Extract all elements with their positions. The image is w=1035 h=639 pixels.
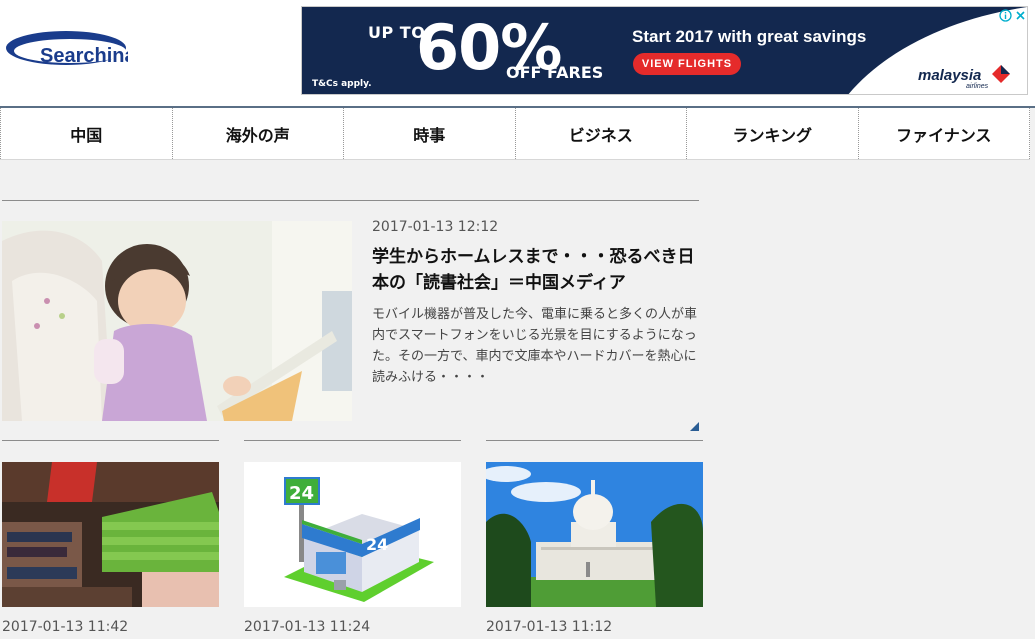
featured-date: 2017-01-13 12:12 [372,219,499,235]
ad-info-icon[interactable] [999,9,1012,22]
ad-brand-sub-text: airlines [966,83,989,90]
card-1-divider [2,440,219,441]
svg-text:24: 24 [289,483,314,504]
ad-brand-text: malaysia [918,67,982,84]
searchina-logo[interactable]: Searchina [4,26,128,70]
featured-title[interactable]: 学生からホームレスまで・・・恐るべき日本の「読書社会」＝中国メディア [372,244,702,296]
logo-text: Searchina [40,45,128,67]
nav-item-china[interactable]: 中国 [0,108,173,159]
card-2-image[interactable]: 24 24 [244,462,461,607]
nav-item-finance[interactable]: ファイナンス [859,108,1030,159]
featured-summary: モバイル機器が普及した今、電車に乗ると多くの人が車内でスマートフォンをいじる光景… [372,307,698,385]
card-2-divider [244,440,461,441]
nav-item-overseas-voices[interactable]: 海外の声 [173,108,344,159]
ad-banner[interactable]: UP TO 60% OFF FARES T&Cs apply. Start 20… [301,6,1028,95]
site-header: Searchina UP TO 60% OFF FARES T&Cs apply… [0,0,1035,106]
card-1-image[interactable] [2,462,219,607]
card-1-date: 2017-01-13 11:42 [2,619,129,635]
read-more-arrow-icon[interactable] [690,422,699,431]
nav-item-business[interactable]: ビジネス [516,108,687,159]
ad-off-text: OFF FARES [506,63,604,82]
ad-terms-text: T&Cs apply. [312,79,372,89]
nav-item-current-affairs[interactable]: 時事 [344,108,516,159]
svg-text:24: 24 [366,535,388,554]
card-3-divider [486,440,703,441]
nav-item-ranking[interactable]: ランキング [687,108,859,159]
main-nav: 中国 海外の声 時事 ビジネス ランキング ファイナンス [0,108,1030,160]
airline-kite-icon [992,65,1010,83]
ad-view-flights-button[interactable]: VIEW FLIGHTS [633,53,741,75]
ad-close-icon[interactable] [1014,9,1027,22]
featured-article-image[interactable] [2,221,352,421]
featured-divider [2,200,699,201]
card-2-date: 2017-01-13 11:24 [244,619,371,635]
card-3-image[interactable] [486,462,703,607]
card-3-date: 2017-01-13 11:12 [486,619,613,635]
